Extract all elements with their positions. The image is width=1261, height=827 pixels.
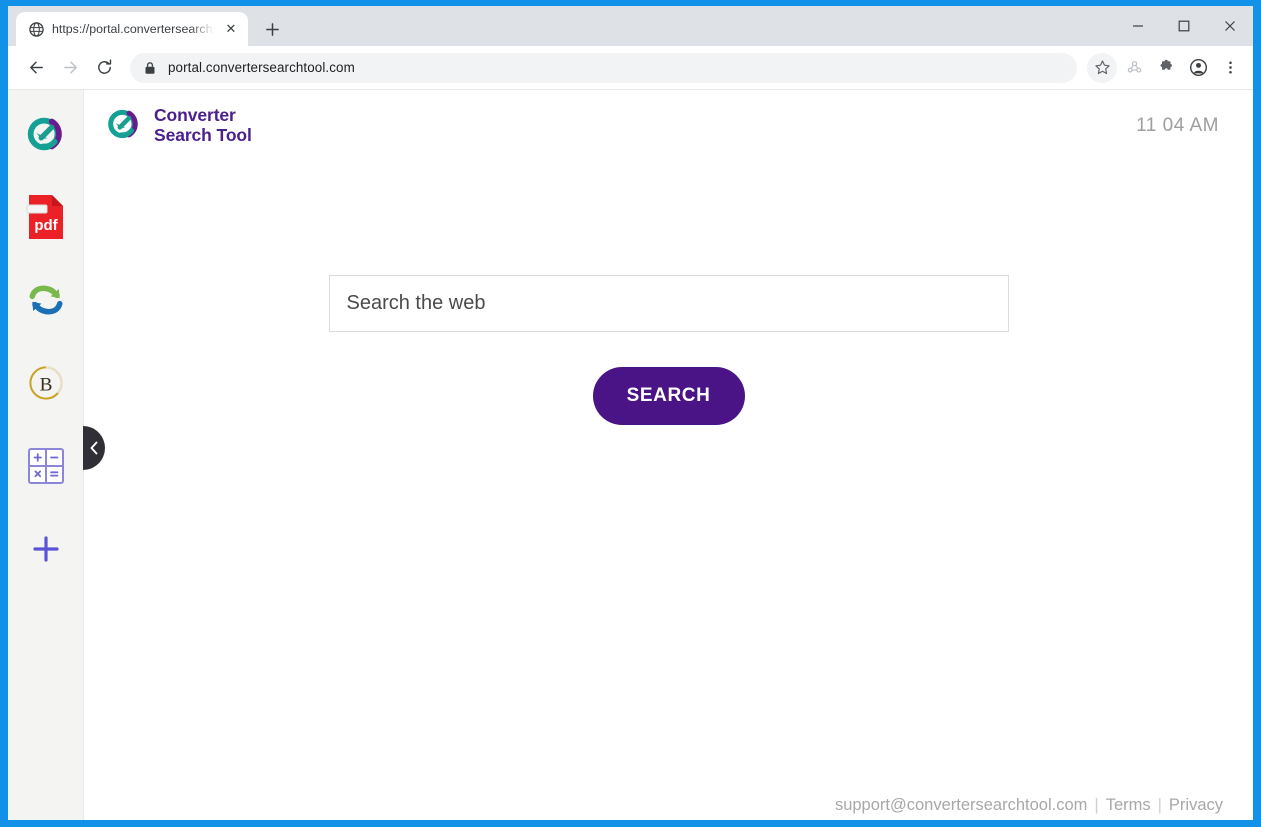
address-bar[interactable]: portal.convertersearchtool.com [130, 52, 1077, 83]
forward-arrow-icon [63, 61, 77, 74]
tab-title: https://portal.convertersearchtoo [52, 22, 214, 36]
footer-privacy-link[interactable]: Privacy [1169, 796, 1223, 815]
search-input[interactable] [328, 275, 1009, 332]
chevron-left-icon [90, 441, 97, 455]
clock: 11 04 AM [1136, 115, 1219, 136]
brand-line-2: Search Tool [154, 125, 252, 145]
lock-icon [144, 61, 156, 75]
browser-tab[interactable]: https://portal.convertersearchtoo ✕ [16, 12, 248, 46]
plus-icon [265, 22, 279, 36]
site-header: Converter Search Tool 11 04 AM [84, 90, 1253, 162]
sidebar-item-add[interactable] [18, 523, 74, 579]
sidebar-bitcoin-b-icon: B [24, 361, 68, 410]
sidebar-item-pdf[interactable]: pdf [18, 191, 74, 247]
footer-separator-2: | [1157, 796, 1162, 814]
globe-icon [28, 21, 44, 37]
sidebar-item-convert[interactable] [18, 274, 74, 330]
sidebar-pdf-icon: pdf [26, 194, 66, 245]
back-button[interactable] [20, 52, 52, 84]
tab-strip: https://portal.convertersearchtoo ✕ [8, 6, 1253, 46]
bookmark-star-icon[interactable] [1087, 52, 1117, 83]
footer-terms-link[interactable]: Terms [1106, 796, 1151, 815]
sidebar-logo-icon [23, 111, 69, 162]
minimize-button[interactable] [1115, 6, 1161, 46]
footer-support-email[interactable]: support@convertersearchtool.com [835, 796, 1087, 815]
brand-text: Converter Search Tool [154, 106, 252, 145]
browser-window: https://portal.convertersearchtoo ✕ port… [8, 6, 1253, 820]
profile-avatar-icon[interactable] [1183, 53, 1213, 83]
sidebar-calculator-icon [27, 447, 65, 490]
close-window-button[interactable] [1207, 6, 1253, 46]
sidebar-item-logo[interactable] [18, 108, 74, 164]
sidebar-convert-arrows-icon [24, 278, 68, 327]
maximize-button[interactable] [1161, 6, 1207, 46]
brand-logo-icon [104, 104, 144, 149]
address-bar-url: portal.convertersearchtool.com [168, 60, 355, 75]
sidebar-item-bitcoin[interactable]: B [18, 357, 74, 413]
forward-button[interactable] [54, 52, 86, 84]
svg-text:B: B [39, 374, 52, 395]
minimize-icon [1133, 25, 1143, 27]
more-menu-icon[interactable] [1215, 53, 1245, 83]
svg-text:pdf: pdf [34, 217, 58, 234]
search-area: SEARCH [84, 275, 1253, 425]
close-icon [1225, 21, 1235, 31]
sidebar-item-calculator[interactable] [18, 440, 74, 496]
footer-separator-1: | [1094, 796, 1099, 814]
new-tab-button[interactable] [258, 15, 286, 43]
search-button[interactable]: SEARCH [592, 367, 745, 425]
brand-logo[interactable]: Converter Search Tool [104, 104, 252, 149]
back-arrow-icon [29, 61, 43, 74]
app-sidebar: pdf B [8, 90, 105, 820]
tab-close-icon[interactable]: ✕ [222, 20, 240, 38]
reload-icon [97, 59, 111, 74]
share-people-icon[interactable] [1119, 53, 1149, 83]
browser-window-frame: https://portal.convertersearchtoo ✕ port… [0, 0, 1261, 827]
sidebar-add-icon [31, 534, 61, 569]
maximize-icon [1178, 20, 1190, 32]
extensions-puzzle-icon[interactable] [1151, 53, 1181, 83]
brand-line-1: Converter [154, 105, 236, 126]
main-content: Converter Search Tool 11 04 AM SEARCH su… [84, 90, 1253, 820]
page-viewport: pdf B Converter Search Tool 11 04 AM Sea… [8, 90, 1253, 820]
window-controls [1115, 6, 1253, 46]
site-footer: support@convertersearchtool.com | Terms … [835, 796, 1223, 815]
reload-button[interactable] [88, 52, 120, 84]
browser-toolbar: portal.convertersearchtool.com [8, 46, 1253, 90]
